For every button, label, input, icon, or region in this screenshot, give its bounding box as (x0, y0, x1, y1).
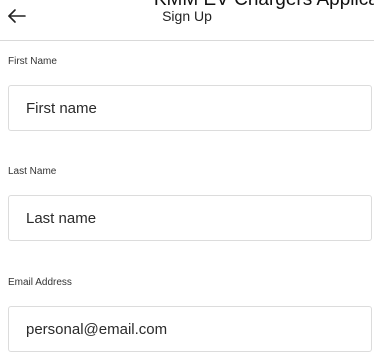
sign-up-screen: KMM EV Chargers Application I Sign Up Fi… (0, 0, 374, 353)
email-address-input[interactable] (8, 306, 372, 352)
first-name-label: First Name (8, 56, 57, 67)
last-name-label: Last Name (8, 166, 57, 177)
first-name-input[interactable] (8, 85, 372, 131)
app-header: Sign Up (0, 0, 374, 41)
page-title: Sign Up (162, 8, 212, 24)
email-address-label: Email Address (8, 277, 72, 288)
last-name-input[interactable] (8, 195, 372, 241)
